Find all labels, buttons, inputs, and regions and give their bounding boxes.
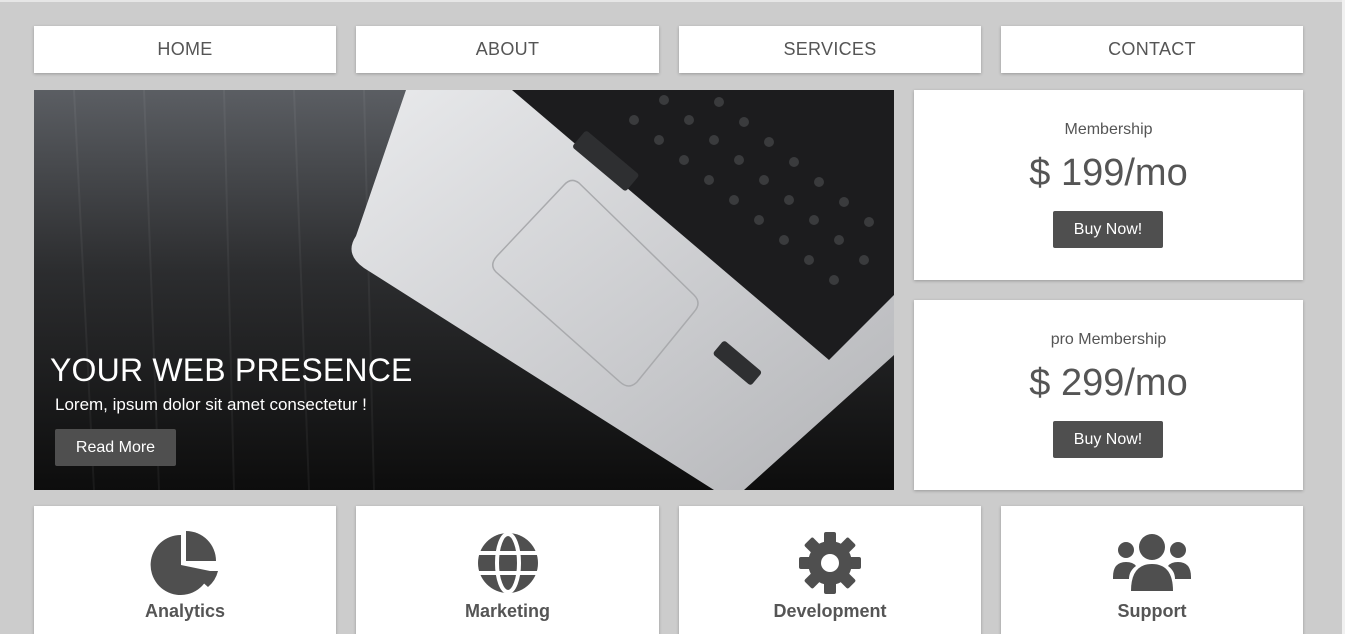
nav-about[interactable]: ABOUT (356, 26, 659, 73)
hero-title: YOUR WEB PRESENCE (50, 352, 413, 388)
pricing-name: Membership (1064, 121, 1153, 138)
service-label-analytics: Analytics (144, 601, 226, 621)
page: HOME ABOUT SERVICES CONTACT YOUR WEB PRE… (0, 0, 1345, 634)
pricing-card-pro-membership: pro Membership $ 299/mo Buy Now! (914, 300, 1303, 490)
pie-chart-icon (150, 531, 218, 595)
nav-home[interactable]: HOME (34, 26, 336, 73)
service-label-marketing: Marketing (464, 601, 551, 621)
service-label-development: Development (773, 601, 887, 621)
buy-now-button[interactable]: Buy Now! (1053, 421, 1163, 458)
service-card-analytics[interactable]: Analytics (34, 506, 336, 634)
service-label-support: Support (1117, 601, 1187, 621)
read-more-button[interactable]: Read More (55, 429, 176, 466)
nav-about-label: ABOUT (475, 39, 540, 59)
users-icon (1113, 534, 1191, 591)
pricing-price: $ 199/mo (1029, 152, 1188, 194)
buy-now-button[interactable]: Buy Now! (1053, 211, 1163, 248)
top-border (0, 0, 1345, 2)
service-card-development[interactable]: Development (679, 506, 981, 634)
globe-icon (477, 532, 538, 594)
nav-home-label: HOME (157, 39, 213, 59)
pricing-price: $ 299/mo (1029, 362, 1188, 404)
nav-contact[interactable]: CONTACT (1001, 26, 1303, 73)
service-card-marketing[interactable]: Marketing (356, 506, 659, 634)
pricing-name: pro Membership (1050, 331, 1167, 348)
nav-services[interactable]: SERVICES (679, 26, 981, 73)
nav-contact-label: CONTACT (1108, 39, 1196, 59)
service-card-support[interactable]: Support (1001, 506, 1303, 634)
hero-banner: YOUR WEB PRESENCE Lorem, ipsum dolor sit… (34, 90, 894, 490)
pricing-card-membership: Membership $ 199/mo Buy Now! (914, 90, 1303, 280)
gear-icon (799, 532, 861, 594)
hero-subtitle: Lorem, ipsum dolor sit amet consectetur … (55, 395, 367, 414)
nav-services-label: SERVICES (783, 39, 877, 59)
